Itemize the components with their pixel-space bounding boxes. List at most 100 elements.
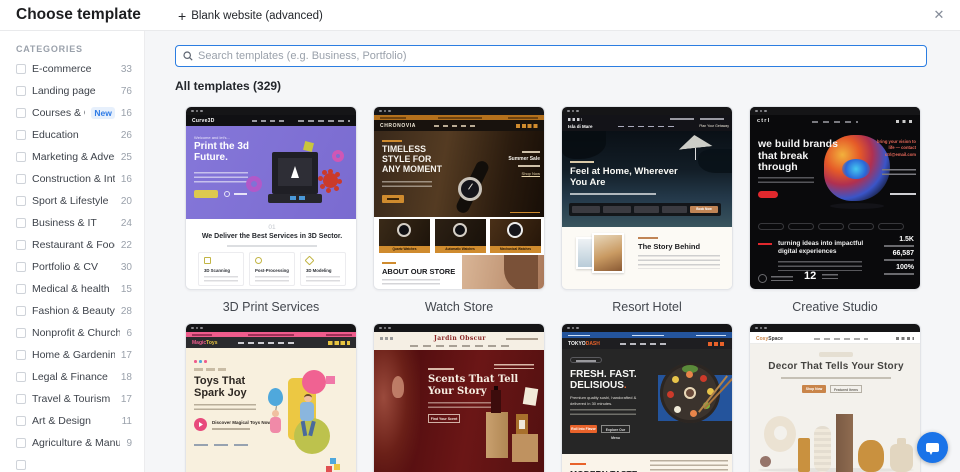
text-skeleton	[884, 273, 914, 275]
category-checkbox[interactable]	[16, 306, 26, 316]
category-checkbox[interactable]	[16, 108, 26, 118]
vase	[814, 426, 831, 472]
category-checkbox[interactable]	[16, 350, 26, 360]
category-item[interactable]: Marketing & Advertising 25	[16, 146, 132, 168]
category-count: 11	[122, 416, 132, 427]
site-logo-b: DASH	[586, 341, 600, 347]
palm-decor	[698, 149, 733, 173]
template-preview-3d-print[interactable]: Curve3D Welcome and let's... Print the 3…	[185, 106, 357, 290]
browser-chrome	[374, 324, 544, 332]
category-checkbox[interactable]	[16, 262, 26, 272]
category-item[interactable]: Business & IT 24	[16, 212, 132, 234]
search-icon	[183, 51, 193, 61]
category-item[interactable]: Restaurant & Food 22	[16, 234, 132, 256]
torus-decor	[332, 150, 344, 162]
category-item[interactable]: Portfolio & CV 30	[16, 256, 132, 278]
category-checkbox[interactable]	[16, 284, 26, 294]
category-checkbox[interactable]	[16, 328, 26, 338]
category-item[interactable]: Education 26	[16, 124, 132, 146]
template-preview-resort-hotel[interactable]: Isla di Mare Plan Your Getaway Feel at H…	[561, 106, 733, 290]
template-preview-perfume[interactable]: Jardin Obscur Scents That Tell Your Stor…	[373, 323, 545, 472]
category-checkbox[interactable]	[16, 416, 26, 426]
category-item[interactable]: Landing page 76	[16, 80, 132, 102]
text-skeleton	[884, 259, 914, 261]
category-card: Mechanical Watches	[490, 219, 541, 253]
category-checkbox[interactable]	[16, 438, 26, 448]
category-item[interactable]: Nonprofit & Church 6	[16, 322, 132, 344]
category-card: Automatic Watches	[435, 219, 486, 253]
category-label: Medical & health	[32, 283, 110, 295]
search-input[interactable]	[198, 50, 919, 62]
hero-heading: Decor That Tells Your Story	[750, 361, 921, 372]
service-icon	[255, 257, 262, 264]
text-skeleton	[570, 463, 586, 465]
template-preview-toys[interactable]: MagicToys Toys That Spark Joy Discover M…	[185, 323, 357, 472]
watch-hand	[468, 183, 473, 189]
primary-button: Shop Now	[802, 385, 826, 393]
category-checkbox[interactable]	[16, 460, 26, 470]
template-preview-creative-studio[interactable]: ctrl we build brands that break through …	[749, 106, 921, 290]
category-item[interactable]: Travel & Tourism 17	[16, 388, 132, 410]
category-card: Quartz Watches	[379, 219, 430, 253]
category-checkbox[interactable]	[16, 196, 26, 206]
category-item[interactable]: Agriculture & Manufacturing 9	[16, 432, 132, 454]
category-checkbox[interactable]	[16, 394, 26, 404]
template-card-creative-studio: ctrl we build brands that break through …	[749, 106, 921, 323]
text-skeleton	[192, 334, 212, 336]
categories-row: Quartz Watches Automatic Watches Mechani…	[374, 217, 545, 255]
text-skeleton	[194, 404, 256, 411]
category-item[interactable]: Construction & Interior 16	[16, 168, 132, 190]
category-card-label: Quartz Watches	[379, 246, 430, 253]
category-checkbox[interactable]	[16, 130, 26, 140]
category-checkbox[interactable]	[16, 86, 26, 96]
hero-badge	[819, 352, 853, 357]
blank-website-button[interactable]: + Blank website (advanced)	[178, 0, 323, 31]
category-checkbox[interactable]	[16, 372, 26, 382]
category-checkbox[interactable]	[16, 152, 26, 162]
template-preview-sushi[interactable]: TOKYODASH FRESH. FAST. DELISIOUS. Premiu…	[561, 323, 733, 472]
card-decor	[523, 387, 538, 406]
kid-figure	[304, 394, 312, 402]
shape-decor	[302, 370, 326, 394]
template-preview-watch-store[interactable]: CHRONOVIA TIMELESS STYLE FOR ANY MOMENT	[373, 106, 545, 290]
category-label: Courses & Coaching	[32, 107, 85, 119]
category-count: 18	[121, 372, 132, 383]
category-item[interactable]: Courses & Coaching New 16	[16, 102, 132, 124]
category-checkbox[interactable]	[16, 218, 26, 228]
about-photo	[462, 255, 545, 290]
text-skeleton	[306, 276, 340, 282]
nav-skeleton	[814, 338, 868, 340]
template-card-toys: MagicToys Toys That Spark Joy Discover M…	[185, 323, 357, 472]
service-card: 3D Modeling	[300, 252, 346, 286]
model-face	[392, 376, 404, 398]
text-skeleton	[194, 172, 248, 184]
category-checkbox[interactable]	[16, 174, 26, 184]
social-icons	[516, 124, 538, 128]
nav-skeleton	[252, 120, 286, 122]
category-item[interactable]: Home & Gardening 17	[16, 344, 132, 366]
category-count: 17	[121, 394, 132, 405]
search-bar[interactable]	[175, 45, 927, 67]
category-checkbox[interactable]	[16, 64, 26, 74]
chat-widget-button[interactable]	[917, 432, 948, 463]
template-preview-decor[interactable]: CosySpace Decor That Tells Your Story Sh…	[749, 323, 921, 472]
perfume-bottle	[491, 390, 501, 413]
category-item[interactable]: Legal & Finance 18	[16, 366, 132, 388]
template-card-watch-store: CHRONOVIA TIMELESS STYLE FOR ANY MOMENT	[373, 106, 545, 323]
dot-decor	[204, 360, 207, 363]
site-logo: ctrl	[757, 118, 770, 124]
category-checkbox[interactable]	[16, 240, 26, 250]
category-item[interactable]: Art & Design 11	[16, 410, 132, 432]
text-skeleton	[778, 261, 862, 271]
watch-thumb	[397, 223, 411, 237]
text-skeleton	[696, 335, 726, 337]
category-item[interactable]: Fashion & Beauty 28	[16, 300, 132, 322]
new-badge: New	[91, 107, 114, 119]
category-item[interactable]: Medical & health 15	[16, 278, 132, 300]
close-icon[interactable]: ✕	[929, 5, 949, 25]
category-item[interactable]: Sport & Lifestyle 20	[16, 190, 132, 212]
service-label: 3D Modeling	[306, 268, 332, 273]
category-item-partial[interactable]	[16, 454, 132, 472]
category-item[interactable]: E-commerce 33	[16, 58, 132, 80]
watch-thumb	[507, 222, 523, 238]
